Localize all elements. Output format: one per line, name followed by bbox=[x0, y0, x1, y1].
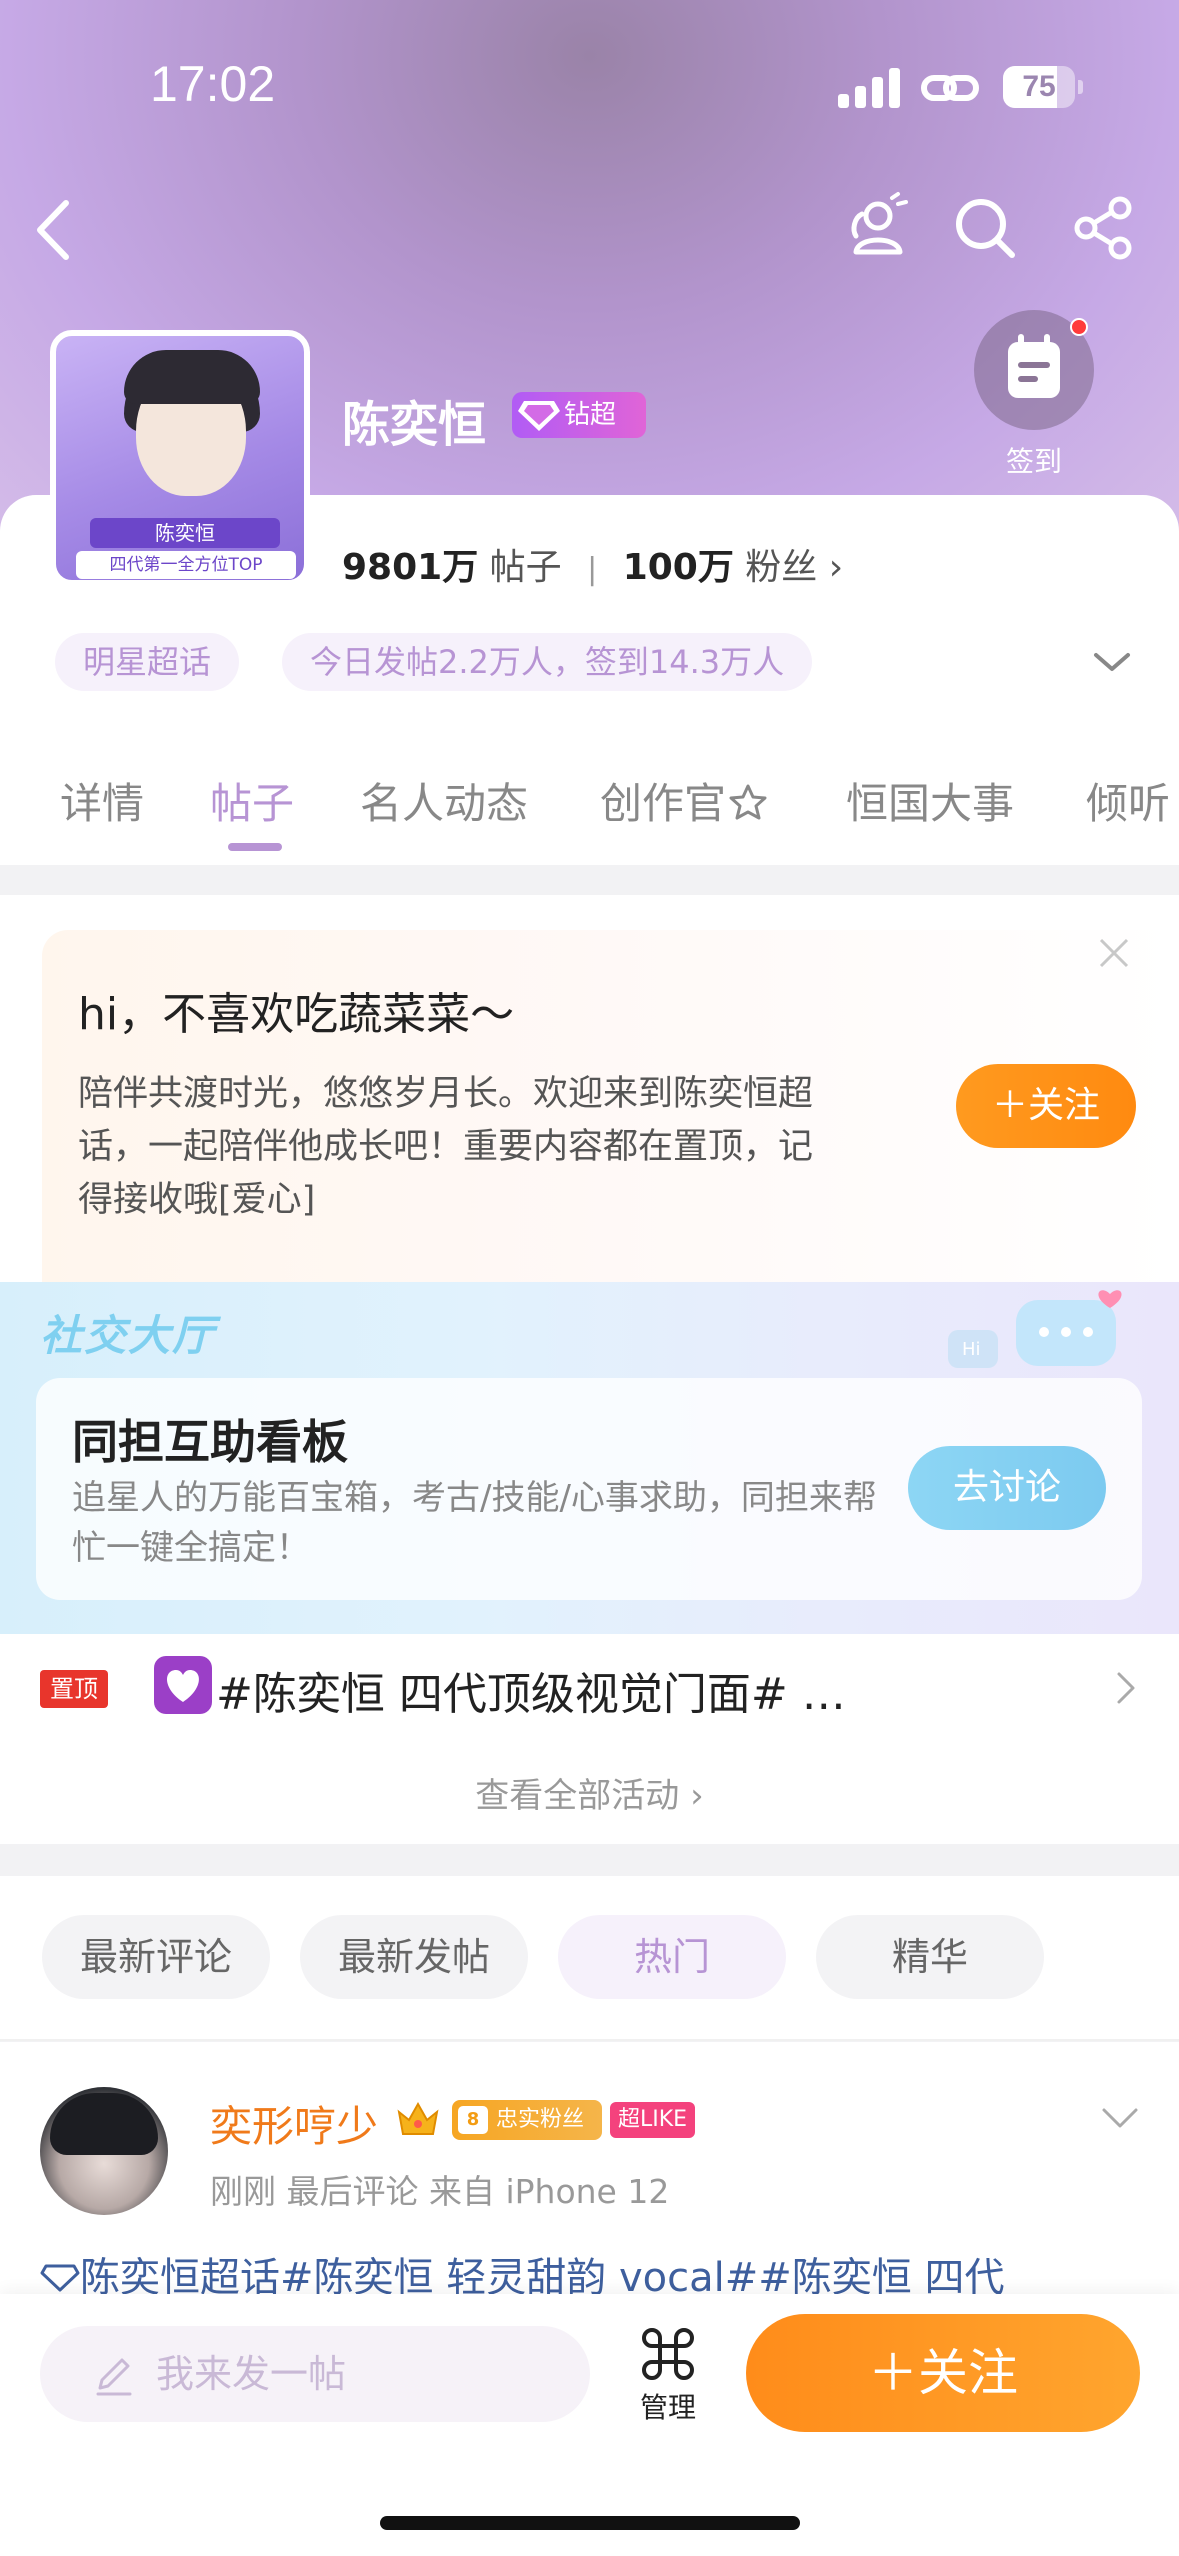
filter-featured[interactable]: 精华 bbox=[816, 1915, 1044, 1999]
manage-label[interactable]: 管理 bbox=[620, 2386, 716, 2426]
battery-level: 75 bbox=[1022, 70, 1056, 103]
pinned-post-title[interactable]: #陈奕恒 四代顶级视觉门面# … bbox=[216, 1658, 846, 1722]
super-topic-icon bbox=[40, 2264, 80, 2292]
fans-label[interactable]: 粉丝 bbox=[745, 547, 817, 588]
chevron-right-icon[interactable] bbox=[1113, 1668, 1139, 1708]
star-badge-icon bbox=[729, 784, 767, 820]
manage-icon[interactable] bbox=[640, 2326, 696, 2382]
share-icon[interactable] bbox=[1072, 195, 1138, 261]
follow-button[interactable]: ＋关注 bbox=[956, 1064, 1136, 1148]
post-meta: 刚刚 最后评论 来自 iPhone 12 bbox=[210, 2172, 670, 2211]
avatar-banner: 陈奕恒 bbox=[90, 518, 280, 548]
help-board-title: 同担互助看板 bbox=[72, 1415, 348, 1469]
fans-count: 100万 bbox=[622, 547, 734, 588]
posts-count: 9801万 bbox=[342, 547, 479, 588]
tab-major-events[interactable]: 恒国大事 bbox=[846, 770, 1014, 831]
svg-text:Hi: Hi bbox=[962, 1339, 981, 1360]
fan-badge-label: 忠实粉丝 bbox=[496, 2107, 585, 2132]
filter-latest-comments[interactable]: 最新评论 bbox=[42, 1915, 270, 1999]
friends-icon[interactable] bbox=[840, 190, 912, 262]
close-icon[interactable] bbox=[1093, 932, 1135, 974]
today-stats-chip[interactable]: 今日发帖2.2万人，签到14.3万人 bbox=[282, 633, 813, 691]
posts-label: 帖子 bbox=[489, 547, 562, 588]
tab-posts[interactable]: 帖子 bbox=[210, 770, 294, 831]
tab-celebrity-news[interactable]: 名人动态 bbox=[360, 770, 528, 831]
discuss-button[interactable]: 去讨论 bbox=[908, 1446, 1106, 1530]
pen-icon bbox=[96, 2358, 132, 2396]
back-icon[interactable] bbox=[28, 195, 78, 265]
help-board-text: 追星人的万能百宝箱，考古/技能/心事求助，同担来帮忙一键全搞定！ bbox=[72, 1478, 877, 1568]
see-all-activities-link[interactable]: 查看全部活动 › bbox=[0, 1768, 1179, 1817]
badge-label: 钻超 bbox=[564, 400, 617, 430]
welcome-title: hi，不喜欢吃蔬菜菜～ bbox=[78, 989, 515, 1040]
topic-tabs: 详情 帖子 名人动态 创作官 恒国大事 倾听 bbox=[0, 770, 1179, 850]
social-hall-title: 社交大厅 bbox=[40, 1311, 217, 1360]
active-tab-indicator bbox=[228, 843, 282, 851]
post-username[interactable]: 奕形哼少 bbox=[210, 2093, 378, 2154]
category-chip[interactable]: 明星超话 bbox=[55, 633, 240, 691]
follow-main-button[interactable]: ＋关注 bbox=[746, 2314, 1140, 2432]
super-like-badge: 超LIKE bbox=[610, 2102, 696, 2138]
cellular-signal-icon bbox=[838, 68, 900, 108]
tab-creator-label: 创作官 bbox=[600, 779, 727, 828]
heart-icon bbox=[154, 1656, 212, 1714]
fans-chevron-icon[interactable]: › bbox=[829, 547, 843, 588]
diamond-super-badge[interactable]: 钻超 bbox=[512, 392, 646, 438]
filter-latest-posts[interactable]: 最新发帖 bbox=[300, 1915, 528, 1999]
checkin-label: 签到 bbox=[1005, 445, 1062, 478]
chevron-down-icon[interactable] bbox=[1098, 2104, 1142, 2134]
checkin-button[interactable] bbox=[974, 310, 1094, 430]
status-bar: 17:02 75 bbox=[0, 0, 1179, 170]
fan-level: 8 bbox=[458, 2106, 488, 2134]
tab-creator[interactable]: 创作官 bbox=[600, 770, 770, 831]
pinned-tag: 置顶 bbox=[40, 1670, 108, 1708]
chevron-down-icon[interactable] bbox=[1090, 645, 1134, 679]
status-time: 17:02 bbox=[150, 56, 276, 112]
topic-name: 陈奕恒 bbox=[342, 397, 487, 453]
loyal-fan-badge: 8 忠实粉丝 bbox=[452, 2100, 602, 2140]
checkin-notification-dot bbox=[1070, 318, 1088, 336]
tab-details[interactable]: 详情 bbox=[60, 770, 144, 831]
diamond-icon bbox=[518, 401, 560, 431]
crown-icon bbox=[397, 2101, 439, 2135]
tab-listen[interactable]: 倾听 bbox=[1086, 770, 1170, 831]
avatar-banner-subtitle: 四代第一全方位TOP bbox=[76, 551, 296, 579]
topic-stats: 9801万 帖子 | 100万 粉丝 › bbox=[342, 547, 844, 588]
filter-hot[interactable]: 热门 bbox=[558, 1915, 786, 1999]
welcome-text: 陪伴共渡时光，悠悠岁月长。欢迎来到陈奕恒超话，一起陪伴他成长吧！重要内容都在置顶… bbox=[78, 1074, 814, 1220]
home-indicator bbox=[380, 2516, 800, 2530]
link-icon bbox=[921, 75, 979, 101]
topic-avatar[interactable]: 陈奕恒 四代第一全方位TOP bbox=[50, 330, 310, 586]
avatar[interactable] bbox=[40, 2087, 168, 2215]
search-icon[interactable] bbox=[952, 195, 1018, 261]
battery-icon: 75 bbox=[1003, 66, 1083, 108]
